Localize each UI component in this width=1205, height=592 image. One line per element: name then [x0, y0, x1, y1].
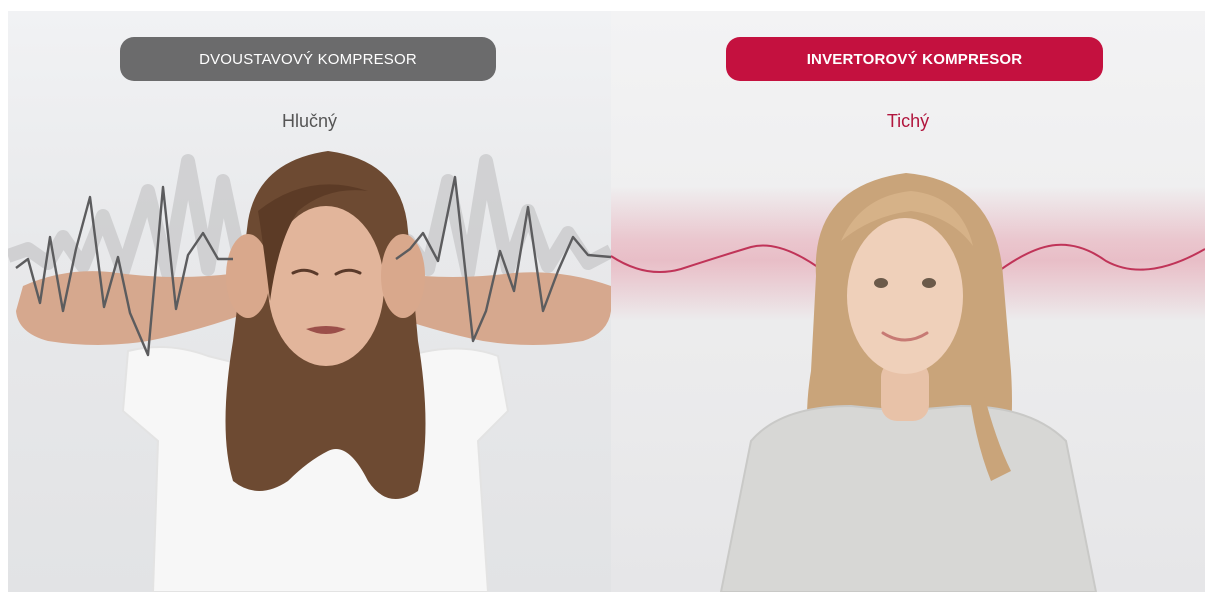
right-hand	[381, 234, 425, 318]
noisy-woman-illustration	[8, 151, 611, 592]
calm-wave-right	[995, 243, 1205, 274]
grey-sweater	[719, 404, 1098, 592]
quiet-compressor-panel: INVERTOROVÝ KOMPRESOR Tichý	[611, 11, 1205, 592]
comparison-graphic: DVOUSTAVOVÝ KOMPRESOR Hlučný INVERTOROVÝ…	[0, 0, 1205, 592]
noisy-compressor-panel: DVOUSTAVOVÝ KOMPRESOR Hlučný	[8, 11, 611, 592]
face	[847, 218, 963, 374]
left-arm	[16, 271, 253, 345]
calm-woman-illustration	[611, 173, 1205, 592]
calm-wave	[611, 244, 827, 274]
left-eye	[874, 278, 888, 288]
right-eye	[922, 278, 936, 288]
